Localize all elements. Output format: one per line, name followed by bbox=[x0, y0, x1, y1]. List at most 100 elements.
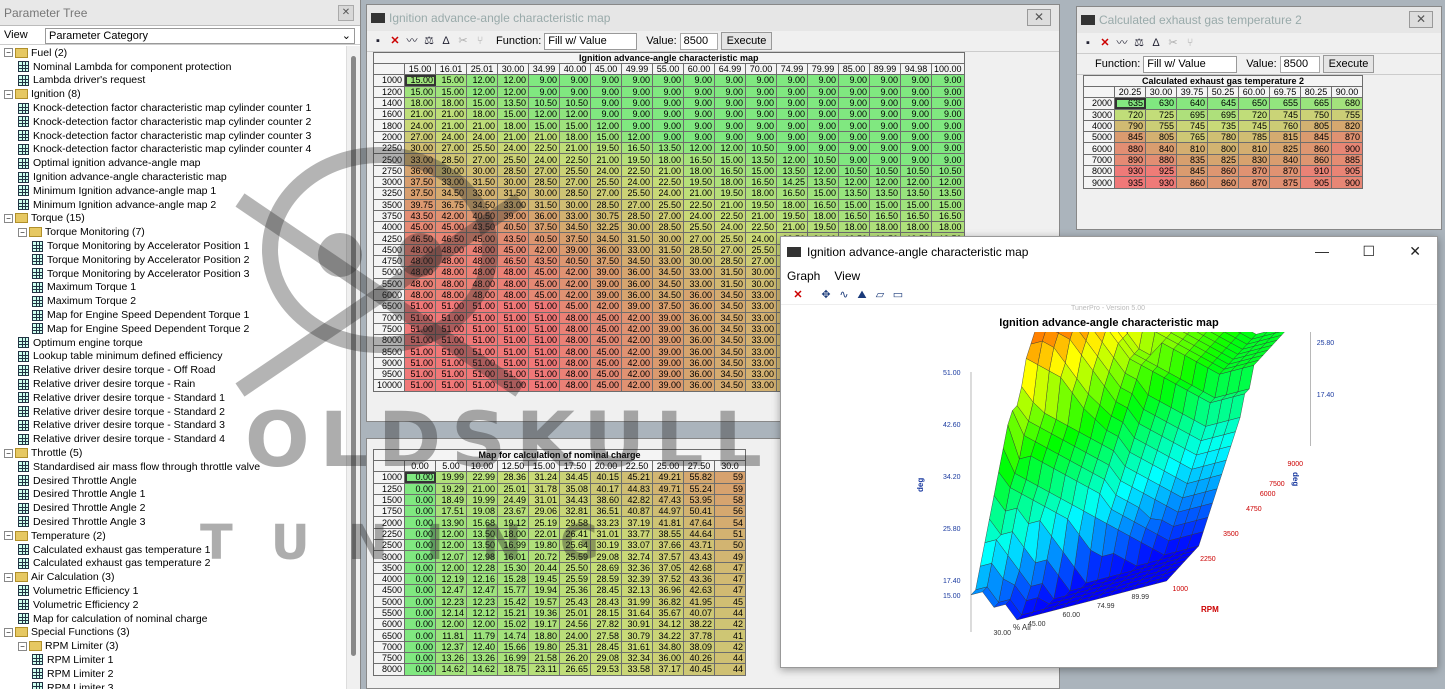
table-cell[interactable]: 21.00 bbox=[590, 153, 622, 166]
table-cell[interactable]: 34.50 bbox=[714, 368, 746, 381]
table-cell[interactable]: 9.00 bbox=[652, 108, 684, 121]
charge-table[interactable]: 0.00 5.00 10.00 12.50 15.00 17.50 20.00 22.50 25… bbox=[373, 459, 746, 676]
table-cell[interactable]: 15.00 bbox=[466, 96, 498, 110]
table-cell[interactable]: 43.36 bbox=[683, 572, 715, 586]
table-cell[interactable]: 51.00 bbox=[497, 311, 529, 324]
table-cell[interactable]: 0.00 bbox=[404, 550, 436, 563]
table-cell[interactable]: 39.00 bbox=[621, 300, 653, 313]
table-cell[interactable]: 42.00 bbox=[621, 311, 653, 324]
table-cell[interactable]: 51.00 bbox=[435, 322, 467, 336]
table-cell[interactable]: 34.43 bbox=[559, 493, 591, 507]
table-cell[interactable]: 0.00 bbox=[404, 663, 436, 676]
table-cell[interactable]: 9.00 bbox=[807, 130, 839, 144]
table-cell[interactable]: 39.00 bbox=[590, 266, 622, 279]
collapse-icon[interactable]: − bbox=[4, 48, 13, 58]
table-cell[interactable]: 34.50 bbox=[714, 345, 746, 358]
table-cell[interactable]: 0.00 bbox=[404, 640, 436, 654]
table-cell[interactable]: 11.79 bbox=[466, 629, 498, 642]
table-cell[interactable]: 22.50 bbox=[714, 209, 746, 223]
table-cell[interactable]: 24.00 bbox=[621, 175, 653, 189]
table-cell[interactable]: 36.00 bbox=[652, 652, 684, 665]
table-cell[interactable]: 9.00 bbox=[838, 96, 870, 110]
table-cell[interactable]: 15.30 bbox=[497, 561, 529, 574]
collapse-icon[interactable]: − bbox=[18, 227, 27, 237]
table-cell[interactable]: 25.59 bbox=[559, 572, 591, 586]
table-cell[interactable]: 30.00 bbox=[745, 277, 777, 290]
table-cell[interactable]: 16.50 bbox=[869, 209, 901, 223]
table-cell[interactable]: 18.00 bbox=[745, 187, 777, 200]
table-cell[interactable]: 51.00 bbox=[404, 368, 436, 381]
table-cell[interactable]: 9.00 bbox=[745, 96, 777, 110]
table-cell[interactable]: 12.47 bbox=[466, 584, 498, 597]
table-cell[interactable]: 34.80 bbox=[652, 640, 684, 654]
table-cell[interactable]: 24.00 bbox=[652, 187, 684, 200]
table-cell[interactable]: 9.00 bbox=[807, 142, 839, 155]
table-cell[interactable]: 815 bbox=[1269, 131, 1301, 144]
table-cell[interactable]: 48.00 bbox=[404, 277, 436, 290]
table-cell[interactable]: 12.47 bbox=[435, 584, 467, 597]
table-cell[interactable]: 800 bbox=[1207, 142, 1239, 155]
table-cell[interactable]: 13.50 bbox=[807, 175, 839, 189]
table-cell[interactable]: 51.00 bbox=[466, 334, 498, 347]
table-cell[interactable]: 27.00 bbox=[404, 130, 436, 144]
table-cell[interactable]: 30.91 bbox=[621, 618, 653, 631]
value-input[interactable]: 8500 bbox=[1279, 55, 1320, 73]
table-cell[interactable]: 905 bbox=[1300, 176, 1332, 189]
table-cell[interactable]: 12.23 bbox=[435, 595, 467, 608]
tree-item[interactable]: RPM Limiter 3 bbox=[0, 681, 346, 689]
table-cell[interactable]: 45.00 bbox=[590, 345, 622, 358]
table-cell[interactable]: 860 bbox=[1300, 142, 1332, 155]
table-cell[interactable]: 45.00 bbox=[497, 243, 529, 257]
table-cell[interactable]: 47.43 bbox=[652, 493, 684, 507]
table-cell[interactable]: 51.00 bbox=[497, 379, 529, 392]
table-cell[interactable]: 29.58 bbox=[559, 516, 591, 529]
tree-item[interactable]: Calculated exhaust gas temperature 1 bbox=[0, 543, 346, 557]
table-cell[interactable]: 16.50 bbox=[776, 187, 808, 200]
table-cell[interactable]: 780 bbox=[1207, 131, 1239, 144]
table-cell[interactable]: 12.23 bbox=[466, 595, 498, 608]
table-cell[interactable]: 48.00 bbox=[435, 255, 467, 268]
table-cell[interactable]: 45.00 bbox=[559, 300, 591, 313]
table-cell[interactable]: 810 bbox=[1176, 142, 1208, 155]
table-cell[interactable]: 24.00 bbox=[404, 119, 436, 132]
table-cell[interactable]: 32.34 bbox=[621, 652, 653, 665]
table-cell[interactable]: 735 bbox=[1207, 119, 1239, 133]
table-cell[interactable]: 15.00 bbox=[404, 85, 436, 98]
table-cell[interactable]: 0.00 bbox=[404, 493, 436, 507]
table-cell[interactable]: 9.00 bbox=[714, 74, 746, 87]
table-cell[interactable]: 12.37 bbox=[435, 640, 467, 654]
table-cell[interactable]: 40.15 bbox=[590, 471, 622, 484]
table-cell[interactable]: 51.00 bbox=[528, 334, 560, 347]
table-cell[interactable]: 19.50 bbox=[590, 142, 622, 155]
table-cell[interactable]: 9.00 bbox=[900, 74, 932, 87]
table-cell[interactable]: 9.00 bbox=[869, 96, 901, 110]
table-cell[interactable]: 55.24 bbox=[683, 482, 715, 495]
table-cell[interactable]: 22.99 bbox=[466, 471, 498, 484]
table-cell[interactable]: 25.36 bbox=[559, 584, 591, 597]
table-cell[interactable]: 9.00 bbox=[776, 96, 808, 110]
collapse-icon[interactable]: − bbox=[18, 641, 27, 651]
table-cell[interactable]: 12.00 bbox=[621, 130, 653, 144]
table-cell[interactable]: 725 bbox=[1145, 108, 1177, 121]
table-cell[interactable]: 13.90 bbox=[435, 516, 467, 529]
tree-item[interactable]: Relative driver desire torque - Rain bbox=[0, 377, 346, 391]
table-cell[interactable]: 39.00 bbox=[652, 356, 684, 370]
egt-table[interactable]: 20.25 30.00 39.75 50.25 60.00 69.75 80.25 90.00… bbox=[1083, 85, 1363, 189]
table-cell[interactable]: 30.00 bbox=[621, 221, 653, 234]
table-cell[interactable]: 51.00 bbox=[466, 356, 498, 370]
table-cell[interactable]: 28.36 bbox=[497, 471, 529, 484]
table-cell[interactable]: 16.50 bbox=[621, 142, 653, 155]
table-cell[interactable]: 10.50 bbox=[838, 164, 870, 177]
table-cell[interactable]: 22.50 bbox=[559, 153, 591, 166]
table-cell[interactable]: 37.57 bbox=[652, 550, 684, 563]
table-cell[interactable]: 28.50 bbox=[559, 187, 591, 200]
table-cell[interactable]: 42.63 bbox=[683, 584, 715, 597]
table-cell[interactable]: 14.74 bbox=[497, 629, 529, 642]
compare-icon[interactable]: ⚖ bbox=[1132, 36, 1146, 50]
table-cell[interactable]: 51.00 bbox=[435, 311, 467, 324]
table-cell[interactable]: 25.50 bbox=[590, 175, 622, 189]
cut-icon[interactable]: ✂ bbox=[456, 34, 470, 48]
table-cell[interactable]: 40.87 bbox=[621, 505, 653, 518]
table-cell[interactable]: 48.00 bbox=[404, 266, 436, 279]
table-cell[interactable]: 900 bbox=[1331, 176, 1363, 189]
